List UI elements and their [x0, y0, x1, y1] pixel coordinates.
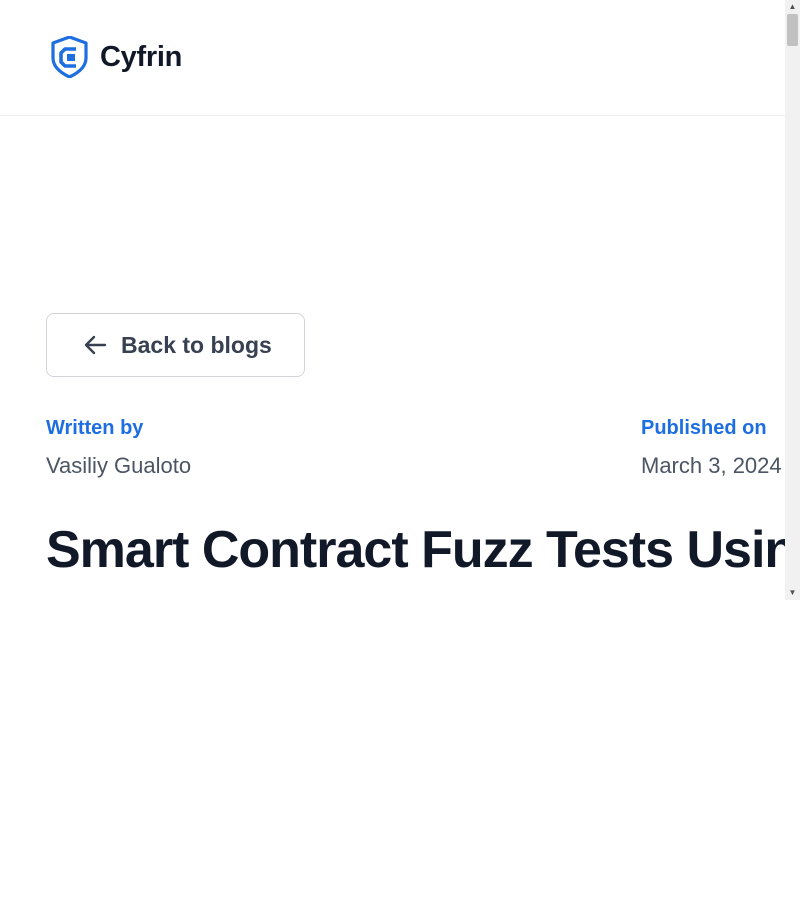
scroll-down-icon[interactable]: ▼ [785, 586, 800, 600]
scroll-up-icon[interactable]: ▲ [785, 0, 800, 14]
page-content: Cyfrin Back to blogs Written by Vasiliy … [0, 0, 785, 600]
article-title: Smart Contract Fuzz Tests Using Foundry … [46, 521, 785, 579]
arrow-left-icon [84, 335, 107, 355]
brand-logo[interactable]: Cyfrin [51, 36, 182, 78]
browser-viewport: Cyfrin Back to blogs Written by Vasiliy … [0, 0, 800, 600]
shield-logo-icon [51, 36, 88, 78]
back-to-blogs-label: Back to blogs [121, 331, 272, 358]
back-to-blogs-button[interactable]: Back to blogs [46, 313, 305, 377]
published-label: Published on [641, 417, 767, 439]
published-date: March 3, 2024 [641, 453, 782, 478]
author-name: Vasiliy Gualoto [46, 453, 192, 478]
author-label: Written by [46, 417, 144, 439]
brand-name: Cyfrin [100, 40, 182, 73]
scroll-thumb[interactable] [787, 14, 798, 46]
vertical-scrollbar[interactable]: ▲ ▼ [785, 0, 800, 600]
site-header: Cyfrin [0, 0, 785, 116]
